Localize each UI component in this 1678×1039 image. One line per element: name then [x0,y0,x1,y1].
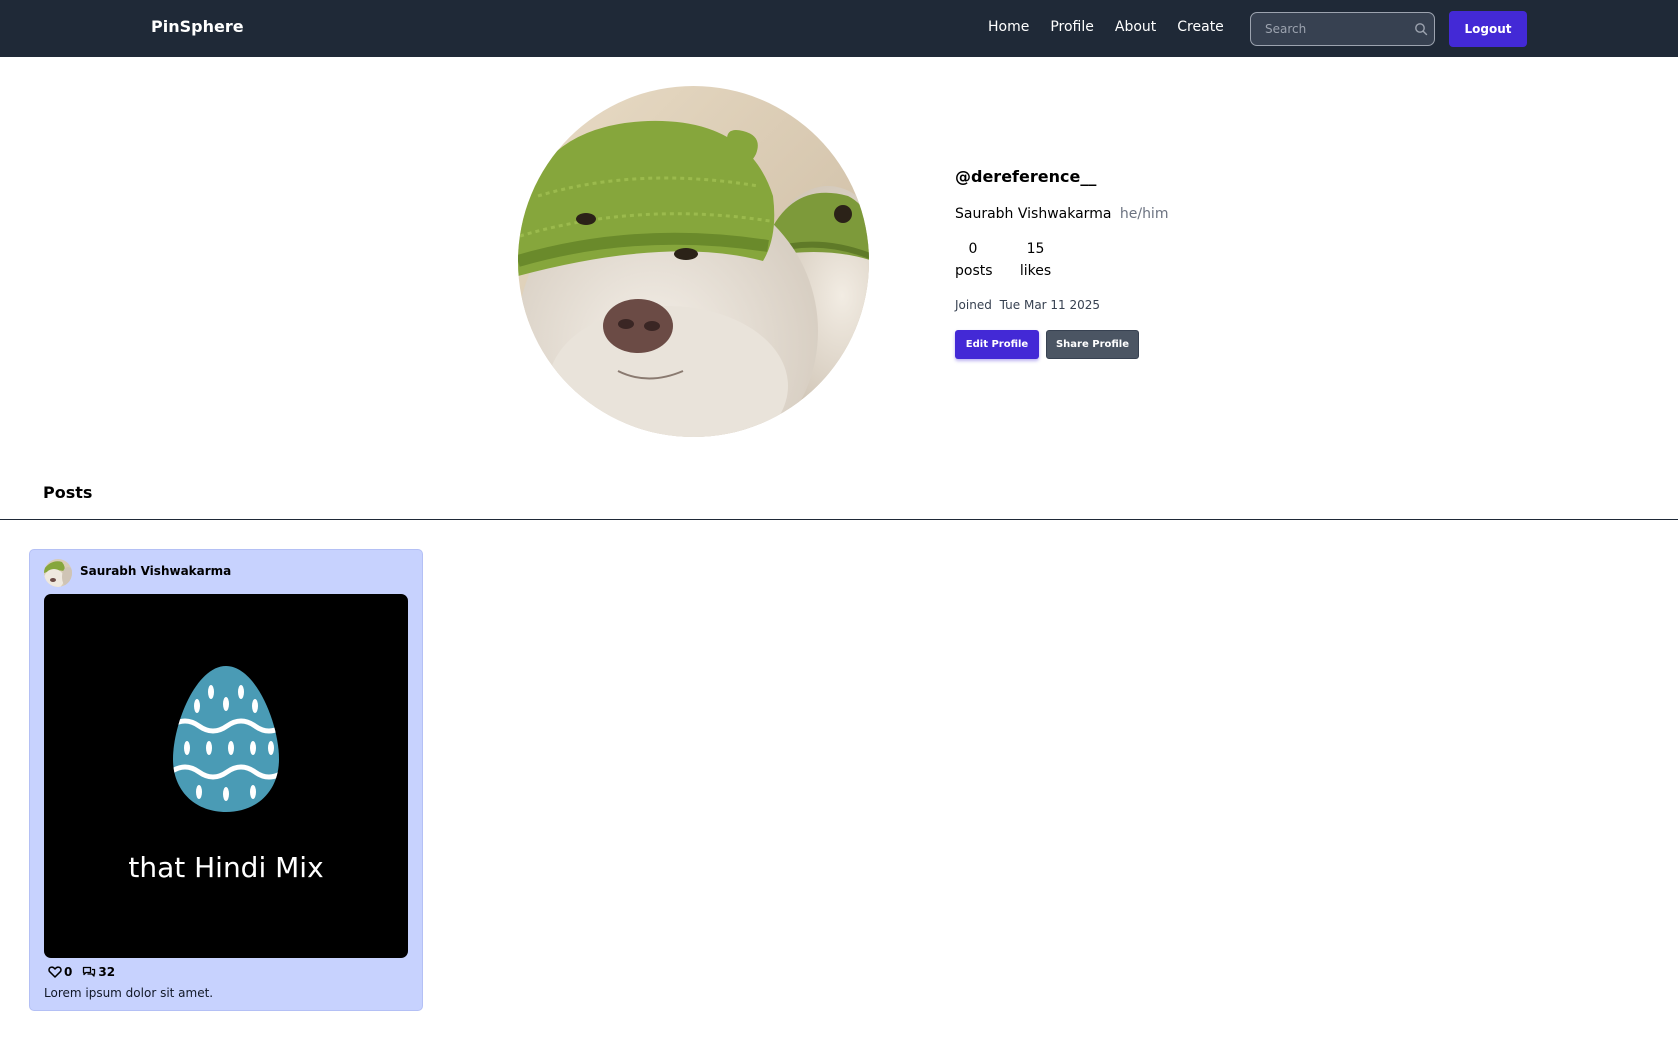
section-divider [0,519,1678,520]
posts-label: posts [955,263,993,279]
search-box [1250,12,1435,46]
stat-posts: 0 posts [955,241,993,279]
post-image[interactable]: that Hindi Mix [44,594,408,958]
post-actions: 0 32 [48,965,125,979]
likes-count: 15 [1026,241,1045,257]
nav-link-profile[interactable]: Profile [1050,19,1094,35]
post-author-name[interactable]: Saurabh Vishwakarma [80,564,231,578]
edit-profile-button[interactable]: Edit Profile [955,330,1039,359]
joined-date: Tue Mar 11 2025 [999,298,1101,312]
brand-logo[interactable]: PinSphere [151,17,244,36]
heart-icon [48,966,62,978]
author-avatar-icon [44,559,72,587]
nav-links: Home Profile About Create [988,19,1224,35]
post-image-text: that Hindi Mix [128,851,324,884]
likes-label: likes [1019,263,1052,279]
posts-count: 0 [968,241,978,257]
profile-name-row: Saurabh Vishwakarma he/him [955,206,1168,222]
nav-link-about[interactable]: About [1115,19,1156,35]
nav-link-create[interactable]: Create [1177,19,1224,35]
post-author-avatar[interactable] [44,559,72,587]
easter-egg-icon [173,666,279,812]
navbar: PinSphere Home Profile About Create Logo… [0,0,1678,57]
profile-joined: Joined Tue Mar 11 2025 [955,298,1100,312]
search-input[interactable] [1251,13,1411,45]
dog-photo-icon [518,86,869,437]
post-caption: Lorem ipsum dolor sit amet. [44,986,214,1000]
post-card[interactable]: Saurabh Vishwakarma that Hindi Mix 0 32 … [29,549,423,1011]
joined-label: Joined [955,298,992,312]
comments-icon [83,966,96,977]
profile-full-name: Saurabh Vishwakarma [955,206,1112,222]
comment-button[interactable]: 32 [82,965,115,979]
profile-avatar [518,86,869,437]
profile-username: @dereference__ [955,167,1097,186]
stat-likes: 15 likes [1019,241,1052,279]
posts-heading: Posts [43,483,93,502]
comment-count: 32 [98,965,116,979]
like-button[interactable]: 0 [48,965,72,979]
profile-pronouns: he/him [1119,206,1169,222]
share-profile-button[interactable]: Share Profile [1046,330,1139,359]
like-count: 0 [64,965,73,979]
logout-button[interactable]: Logout [1449,11,1527,47]
search-icon[interactable] [1414,22,1428,36]
nav-link-home[interactable]: Home [988,19,1029,35]
